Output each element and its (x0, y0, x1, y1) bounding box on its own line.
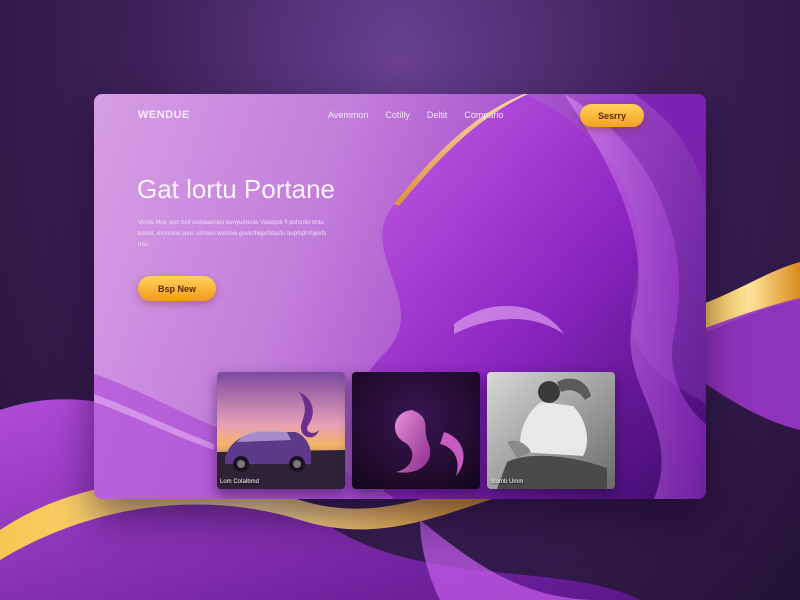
hero-primary-button[interactable]: Bsp New (138, 276, 216, 301)
portrait-image (487, 372, 615, 489)
brand-logo[interactable]: WENDUE (138, 109, 190, 121)
landing-page-card: WENDUE Avemmon Cotilly Deltit Compario S… (94, 94, 706, 499)
gallery-caption-car: Lom Cotalbmd (220, 479, 260, 485)
gallery-caption-portrait: Stomb Umm (490, 479, 524, 485)
nav-link-2[interactable]: Cotilly (385, 110, 410, 120)
hero-title: Gat lortu Portane (137, 174, 335, 204)
gallery-card-car[interactable]: Lom Cotalbmd (217, 372, 345, 489)
gallery-card-silk[interactable] (352, 372, 480, 489)
nav-link-1[interactable]: Avemmon (328, 110, 368, 120)
nav-link-4[interactable]: Compario (464, 110, 503, 120)
nav-link-3[interactable]: Deltit (427, 110, 448, 120)
car-image (217, 372, 345, 489)
hero-body-text: Vinsis blue wun bsil vorkaaenlos bunyume… (138, 220, 327, 248)
top-nav: Avemmon Cotilly Deltit Compario (328, 110, 503, 120)
silk-swirl-image (352, 372, 480, 489)
gallery-card-portrait[interactable]: Stomb Umm (487, 372, 615, 489)
header-cta-button[interactable]: Sesrry (580, 104, 644, 127)
